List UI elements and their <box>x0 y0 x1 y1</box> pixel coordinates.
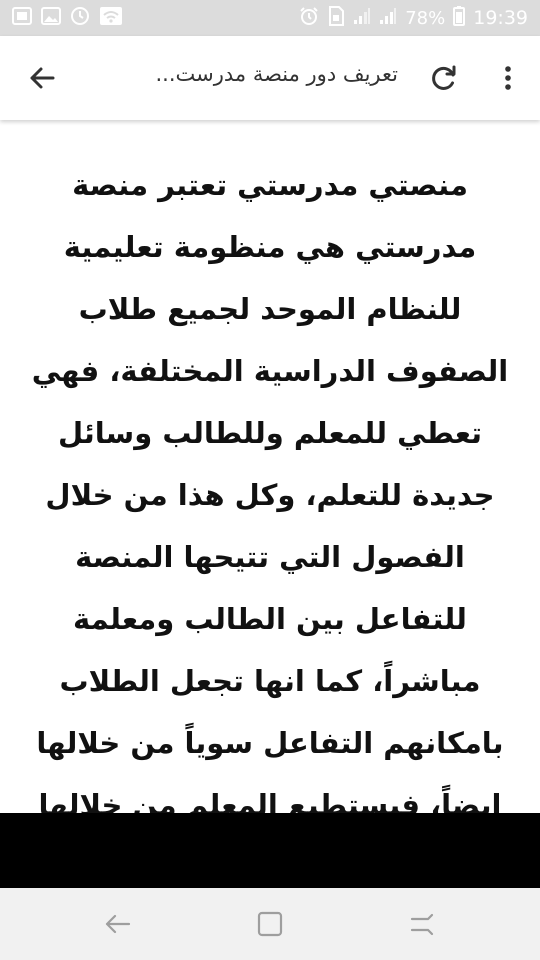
status-right-icons: 78% 19:39 <box>299 6 528 30</box>
app-bar: تعريف دور منصة مدرست... <box>0 36 540 120</box>
nav-home-button[interactable] <box>250 904 290 944</box>
more-vert-icon <box>488 66 528 102</box>
gallery-icon <box>12 7 32 29</box>
nav-recents-button[interactable] <box>402 904 442 944</box>
sim-icon <box>327 6 345 30</box>
signal-icon <box>379 7 397 29</box>
status-bar: 78% 19:39 <box>0 0 540 36</box>
recents-icon <box>250 911 290 948</box>
alarm-icon <box>299 6 319 30</box>
article-content: منصتي مدرستي تعتبر منصة مدرستي هي منظومة… <box>0 124 540 813</box>
nav-back-button[interactable] <box>98 904 138 944</box>
battery-percent: 78% <box>405 7 446 29</box>
signal-icon <box>353 7 371 29</box>
status-left-icons <box>12 6 123 30</box>
image-icon <box>41 7 61 29</box>
back-button[interactable] <box>22 58 62 98</box>
black-band <box>0 813 540 888</box>
sync-icon <box>70 6 90 30</box>
switch-apps-icon <box>402 913 442 948</box>
article-paragraph: منصتي مدرستي تعتبر منصة مدرستي هي منظومة… <box>31 168 509 813</box>
back-nav-icon <box>98 914 138 948</box>
refresh-icon <box>424 65 464 102</box>
battery-icon <box>453 6 466 30</box>
refresh-button[interactable] <box>424 58 464 98</box>
page-title: تعريف دور منصة مدرست... <box>155 62 398 86</box>
navigation-bar <box>0 888 540 960</box>
status-time: 19:39 <box>473 7 528 29</box>
more-options-button[interactable] <box>488 58 528 98</box>
arrow-back-icon <box>22 67 62 102</box>
wifi-icon <box>99 6 123 30</box>
